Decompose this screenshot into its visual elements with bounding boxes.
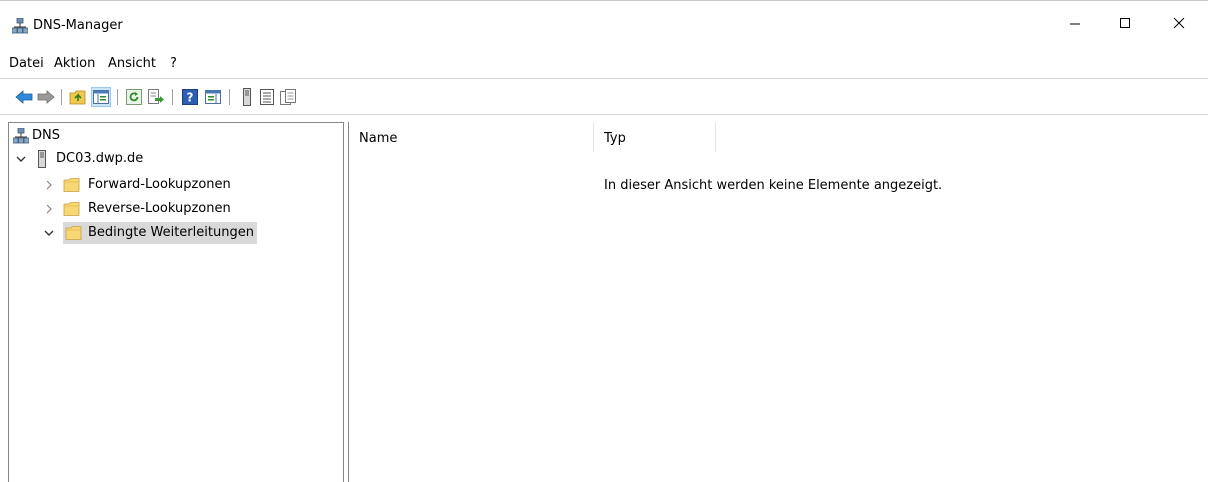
action-pane-button[interactable] [203,87,223,107]
chevron-right-icon[interactable] [43,203,55,215]
menu-divider [0,78,1208,79]
help-button[interactable]: ? [180,87,200,107]
chevron-down-icon[interactable] [43,227,55,239]
tree-item-conditional-forwarders[interactable]: Bedingte Weiterleitungen [43,222,257,244]
toolbar-separator [61,89,62,105]
chevron-down-icon[interactable] [15,153,27,165]
forward-button[interactable] [36,87,56,107]
show-hide-console-tree-icon [93,90,109,104]
empty-list-message: In dieser Ansicht werden keine Elemente … [604,178,943,193]
server-icon [243,88,251,106]
title-bar[interactable]: DNS-Manager [0,1,1208,44]
maximize-icon [1120,17,1130,28]
folder-icon [63,178,80,192]
properties-list-button[interactable] [257,87,277,107]
up-folder-icon [69,90,86,105]
toolbar-divider [0,114,1208,115]
console-tree[interactable]: DNS DC03.dwp.de Forward-Lookupzonen Reve… [8,122,344,482]
tree-item-label: DNS [32,128,60,143]
menu-aktion[interactable]: Aktion [54,56,95,71]
tree-item-reverse-lookup[interactable]: Reverse-Lookupzonen [43,198,234,220]
tree-item-dns[interactable]: DNS [13,125,63,147]
toolbar-separator [117,89,118,105]
back-button[interactable] [14,87,34,107]
column-header-type[interactable]: Typ [594,122,716,152]
export-list-button[interactable] [146,87,166,107]
up-folder-button[interactable] [68,87,88,107]
chevron-right-icon[interactable] [43,179,55,191]
maximize-button[interactable] [1102,1,1148,44]
tree-item-label: Reverse-Lookupzonen [88,201,231,216]
folder-icon [65,226,82,240]
close-icon [1173,17,1185,28]
refresh-button[interactable] [124,87,144,107]
toolbar-separator [229,89,230,105]
dns-network-icon [13,128,29,144]
window-title: DNS-Manager [33,18,123,33]
copy-properties-icon [280,89,296,105]
menu-datei[interactable]: Datei [9,56,44,71]
results-list[interactable]: Name Typ In dieser Ansicht werden keine … [348,122,1208,482]
server-icon [38,150,46,168]
tree-item-label: Forward-Lookupzonen [88,177,231,192]
server-button[interactable] [237,87,257,107]
tree-item-label: DC03.dwp.de [56,151,144,166]
menu-bar: Datei Aktion Ansicht ? [0,52,1208,74]
toolbar: ? [0,83,1208,111]
action-pane-icon [205,90,221,104]
copy-properties-button[interactable] [278,87,298,107]
menu-ansicht[interactable]: Ansicht [108,56,156,71]
properties-list-icon [260,89,274,105]
forward-arrow-icon [37,90,55,104]
svg-text:?: ? [187,91,194,105]
column-header-name[interactable]: Name [349,122,594,152]
show-hide-console-tree-button[interactable] [91,87,111,107]
minimize-button[interactable] [1052,1,1098,44]
dns-app-icon [12,18,28,34]
close-button[interactable] [1156,1,1202,44]
folder-icon [63,202,80,216]
tree-item-label: Bedingte Weiterleitungen [88,225,254,240]
tree-item-server[interactable]: DC03.dwp.de [15,148,146,170]
tree-item-forward-lookup[interactable]: Forward-Lookupzonen [43,174,234,196]
menu-help[interactable]: ? [170,56,177,71]
export-list-icon [148,89,164,104]
minimize-icon [1070,23,1080,24]
tree-selection-highlight: Bedingte Weiterleitungen [63,222,257,244]
dns-manager-window: DNS-Manager Datei Aktion Ansicht ? ? DNS… [0,0,1208,482]
refresh-icon [126,89,142,105]
back-arrow-icon [15,90,33,104]
help-icon: ? [182,89,198,105]
toolbar-separator [172,89,173,105]
